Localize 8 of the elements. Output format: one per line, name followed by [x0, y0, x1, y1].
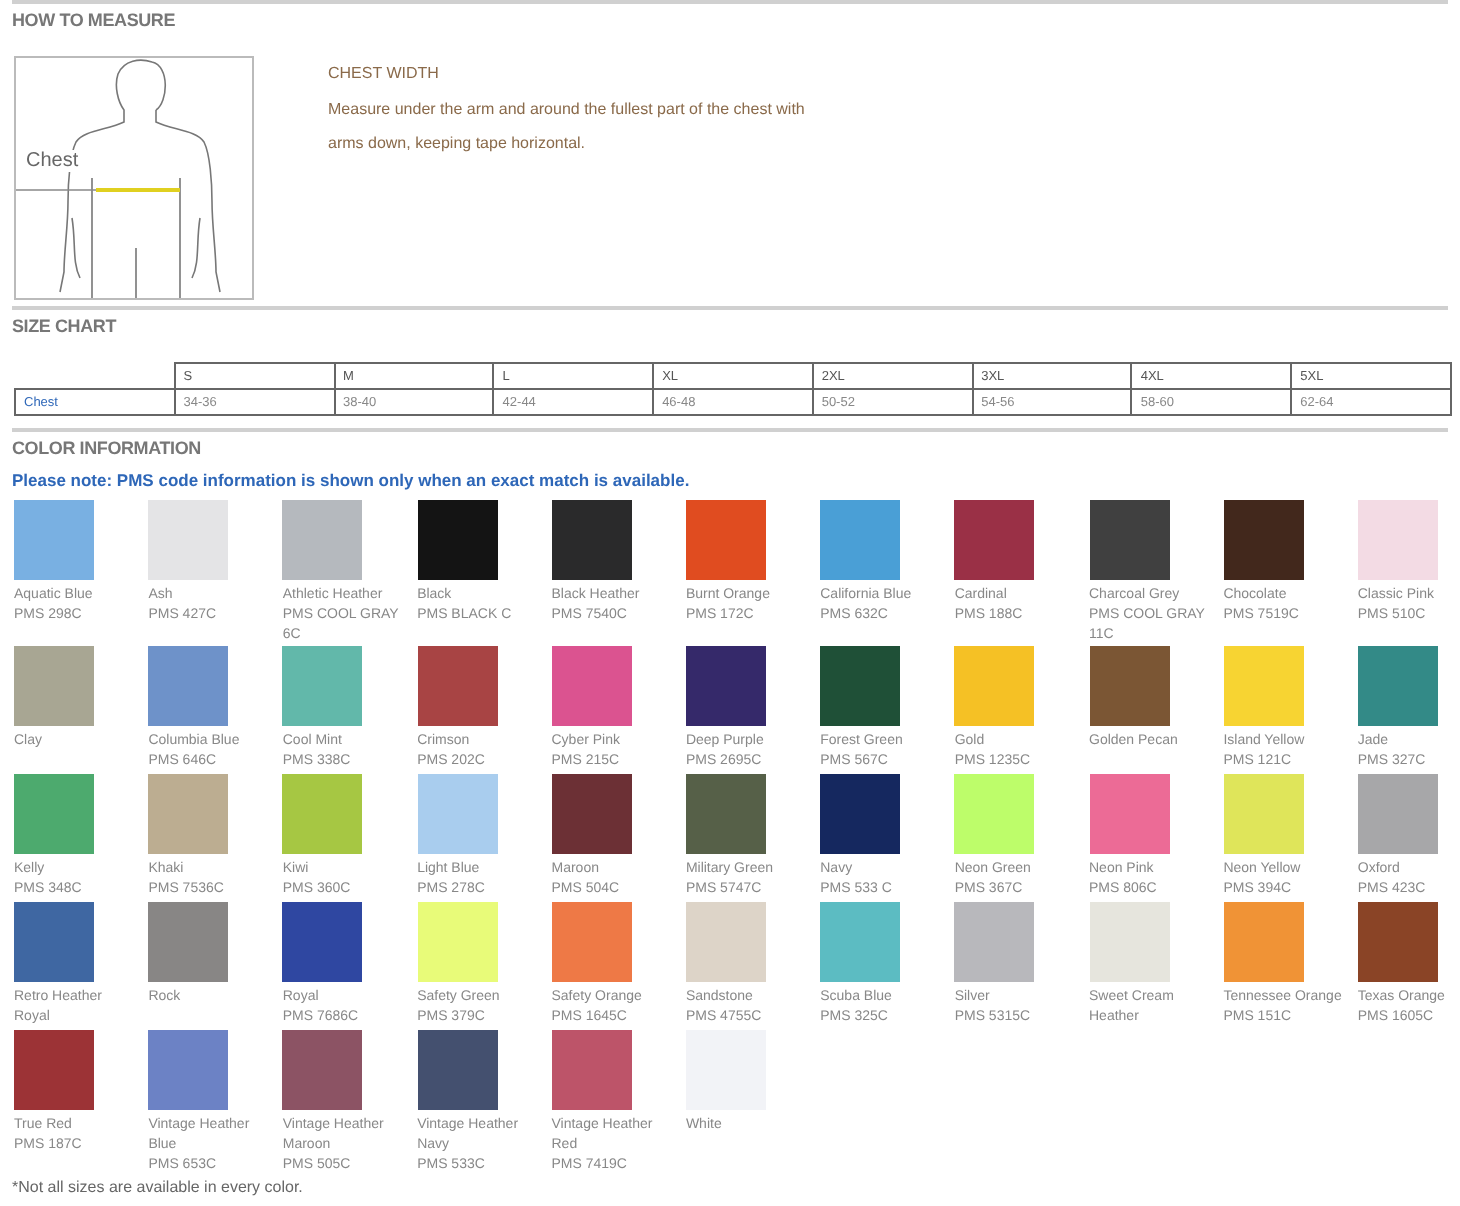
measure-instructions: Measure under the arm and around the fullest part of the chest with arms down, keeping tape horizontal.: [328, 98, 807, 156]
chest-label: Chest: [26, 150, 79, 172]
pms-note: Please note: PMS code information is shown only when an exact match is available.: [12, 470, 692, 490]
footnote: *Not all sizes are available in every color.: [12, 1178, 305, 1196]
section-heading: COLOR INFORMATION: [12, 438, 203, 458]
measure-title: CHEST WIDTH: [328, 64, 441, 82]
section-heading: HOW TO MEASURE: [12, 10, 178, 30]
section-heading: SIZE CHART: [12, 316, 119, 336]
